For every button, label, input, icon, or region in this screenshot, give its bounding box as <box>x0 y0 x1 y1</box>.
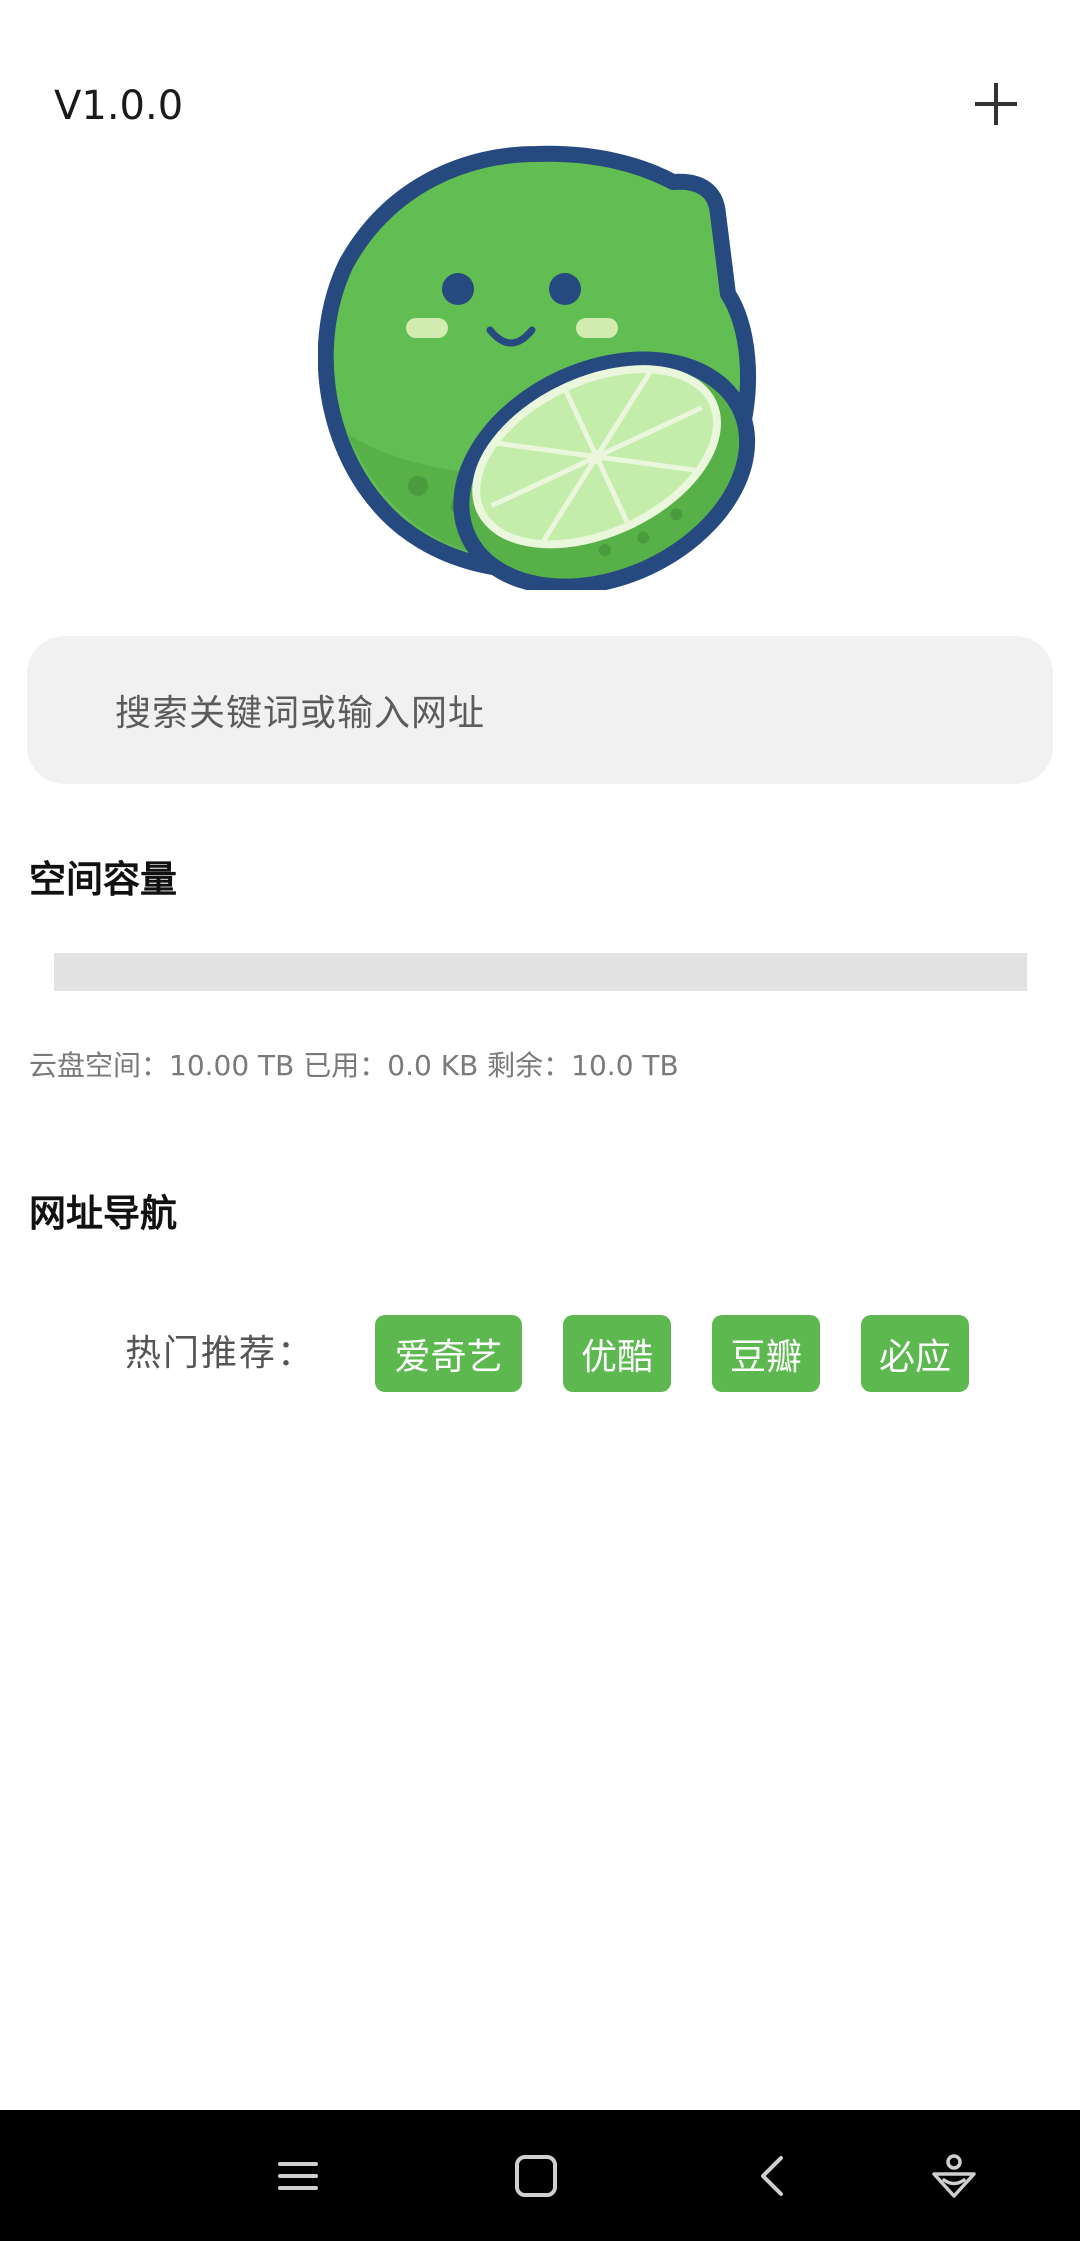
system-navigation-bar <box>0 2110 1080 2241</box>
link-bing-button[interactable]: 必应 <box>861 1315 969 1392</box>
storage-section-title: 空间容量 <box>29 858 177 901</box>
storage-progress-bar <box>54 953 1027 991</box>
back-icon[interactable] <box>747 2150 799 2202</box>
link-iqiyi-button[interactable]: 爱奇艺 <box>375 1315 522 1392</box>
url-navigation-title: 网址导航 <box>29 1192 177 1235</box>
app-screen: V1.0.0 搜索关键词或输入网址 空间容量 云盘空间：10.00 TB 已用：… <box>0 0 1080 2241</box>
storage-info-text: 云盘空间：10.00 TB 已用：0.0 KB 剩余：10.0 TB <box>29 1049 679 1082</box>
plus-icon[interactable] <box>970 76 1022 132</box>
link-douban-button[interactable]: 豆瓣 <box>712 1315 820 1392</box>
search-input[interactable]: 搜索关键词或输入网址 <box>27 636 1053 784</box>
link-youku-button[interactable]: 优酷 <box>563 1315 671 1392</box>
hot-recommend-label: 热门推荐： <box>125 1333 316 1374</box>
menu-icon[interactable] <box>272 2150 324 2202</box>
version-label: V1.0.0 <box>54 83 184 129</box>
assistant-icon[interactable] <box>928 2150 980 2202</box>
home-icon[interactable] <box>510 2150 562 2202</box>
search-placeholder: 搜索关键词或输入网址 <box>115 693 486 734</box>
lime-mascot-logo <box>317 144 764 595</box>
